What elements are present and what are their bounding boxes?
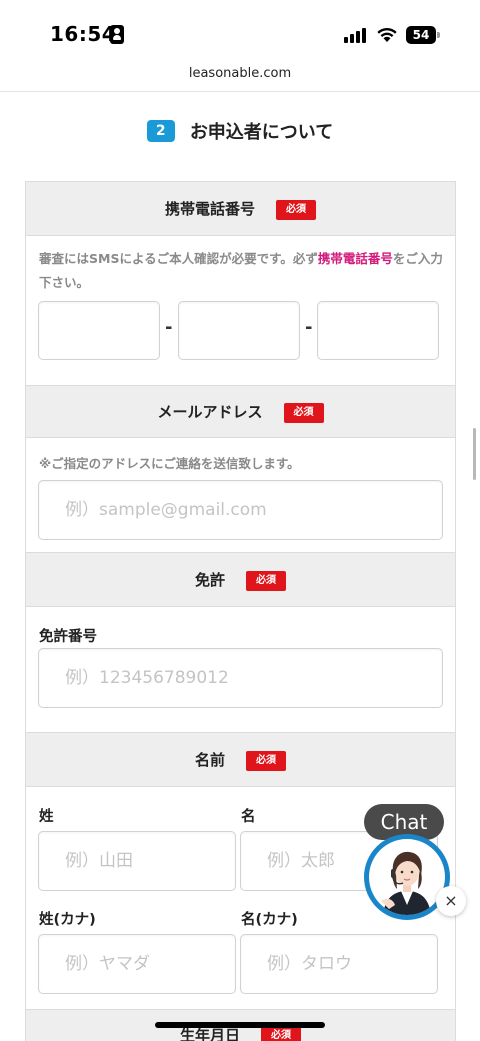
section-title: 2 お申込者について bbox=[0, 118, 480, 148]
phone-note-link[interactable]: 携帯電話番号 bbox=[318, 251, 393, 266]
status-time: 16:54 bbox=[50, 22, 117, 46]
name-row-header: 名前 必須 bbox=[26, 732, 455, 787]
license-number-label: 免許番号 bbox=[39, 629, 97, 645]
name-label: 名前 bbox=[194, 751, 225, 769]
birthday-label: 生年月日 bbox=[179, 1026, 240, 1041]
phone-part2-input[interactable] bbox=[178, 301, 300, 360]
wifi-icon bbox=[377, 27, 397, 42]
first-name-kana-label: 名(カナ) bbox=[241, 912, 298, 928]
email-row-header: メールアドレス 必須 bbox=[26, 385, 455, 438]
cellular-signal-icon bbox=[344, 27, 368, 43]
required-badge: 必須 bbox=[246, 570, 287, 591]
phone-note: 審査にはSMSによるご本人確認が必要です。必ず携帯電話番号をご入力下さい。 bbox=[39, 247, 444, 295]
phone-label: 携帯電話番号 bbox=[164, 200, 255, 218]
license-label: 免許 bbox=[194, 571, 225, 589]
battery-icon: 54 bbox=[406, 26, 440, 44]
battery-level: 54 bbox=[412, 28, 430, 42]
phone-row-header: 携帯電話番号 必須 bbox=[26, 181, 455, 236]
required-badge: 必須 bbox=[246, 750, 287, 771]
phone-part3-input[interactable] bbox=[317, 301, 439, 360]
first-name-label: 名 bbox=[241, 809, 256, 825]
email-label: メールアドレス bbox=[157, 403, 263, 421]
last-name-kana-label: 姓(カナ) bbox=[39, 912, 96, 928]
phone-part1-input[interactable] bbox=[38, 301, 160, 360]
step-number-badge: 2 bbox=[146, 120, 175, 142]
home-indicator bbox=[155, 1022, 325, 1028]
chat-close-button[interactable]: × bbox=[436, 886, 466, 916]
license-row-header: 免許 必須 bbox=[26, 552, 455, 607]
browser-url-bar[interactable]: leasonable.com bbox=[0, 62, 480, 92]
license-number-input[interactable] bbox=[38, 648, 443, 708]
id-card-icon bbox=[110, 25, 124, 44]
last-name-kana-input[interactable] bbox=[38, 934, 236, 994]
first-name-kana-input[interactable] bbox=[240, 934, 438, 994]
email-note: ※ご指定のアドレスにご連絡を送信致します。 bbox=[39, 456, 300, 471]
phone-note-text: 審査にはSMSによるご本人確認が必要です。必ず bbox=[39, 251, 318, 266]
last-name-label: 姓 bbox=[39, 809, 54, 825]
status-bar: 16:54 54 bbox=[0, 0, 480, 62]
operator-avatar-icon bbox=[369, 839, 445, 915]
email-input[interactable] bbox=[38, 480, 443, 540]
section-title-text: お申込者について bbox=[189, 122, 334, 143]
required-badge: 必須 bbox=[276, 199, 317, 220]
last-name-input[interactable] bbox=[38, 831, 236, 891]
scrollbar-thumb[interactable] bbox=[473, 428, 476, 480]
phone-separator: - bbox=[165, 317, 173, 338]
required-badge: 必須 bbox=[283, 402, 324, 423]
phone-separator: - bbox=[305, 317, 313, 338]
